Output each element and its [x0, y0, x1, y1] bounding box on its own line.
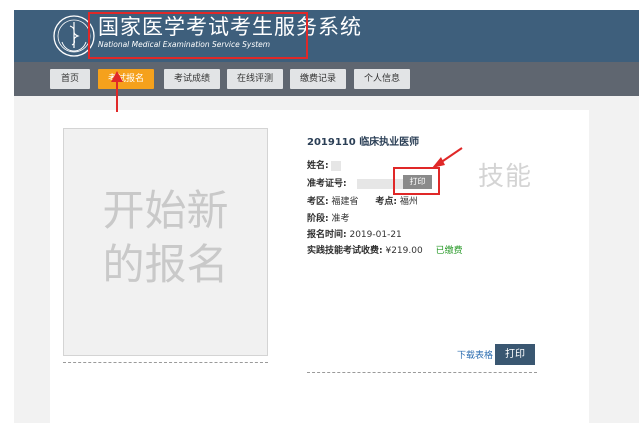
red-arrow-icon	[111, 71, 123, 112]
red-arrow-icon	[432, 147, 463, 168]
arrow-annotations	[111, 71, 463, 168]
